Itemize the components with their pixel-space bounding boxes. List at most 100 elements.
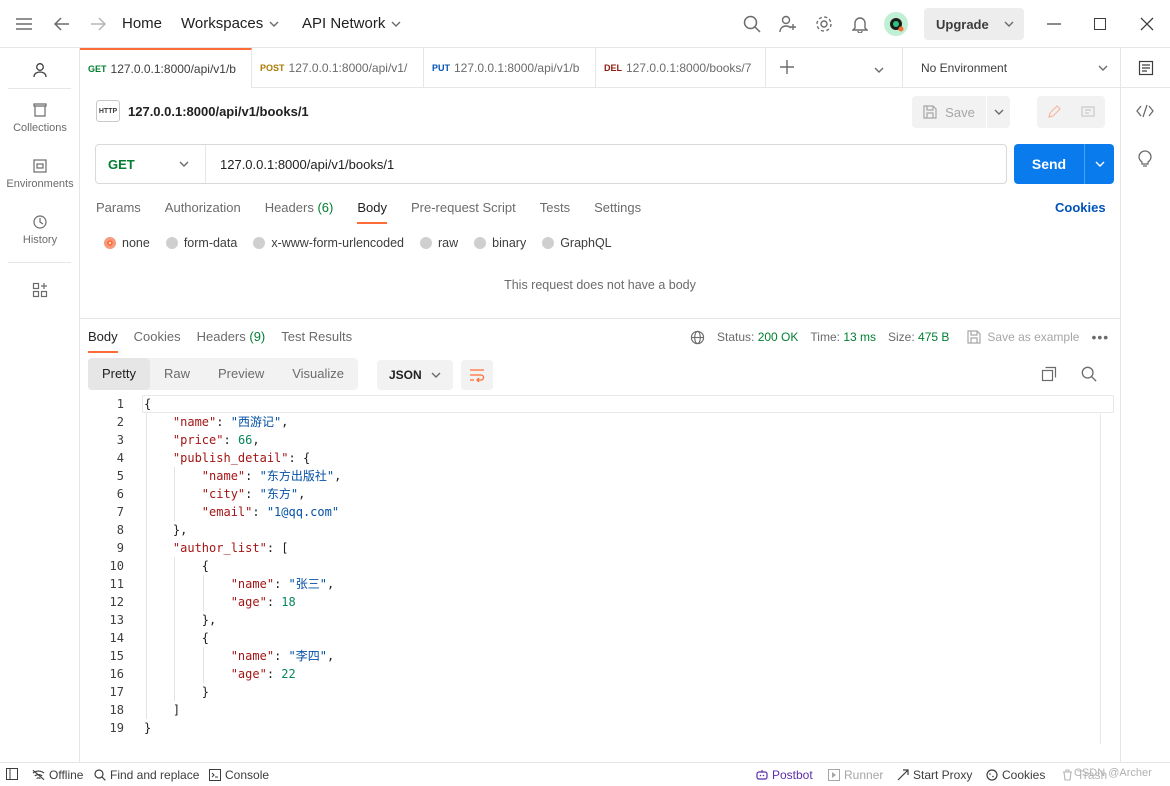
response-view-tabs: Pretty Raw Preview Visualize: [88, 358, 359, 390]
code-line: "city": "东方",: [201, 487, 306, 501]
avatar[interactable]: [884, 12, 908, 36]
tab-authorization[interactable]: Authorization: [165, 200, 241, 224]
tab-params[interactable]: Params: [96, 200, 141, 224]
maximize-icon[interactable]: [1090, 14, 1110, 34]
search-icon[interactable]: [742, 14, 762, 34]
response-tab-body[interactable]: Body: [88, 329, 118, 353]
response-body-editor[interactable]: 1 {2 "name": "西游记", 3 "price": 66, 4 "publi…: [80, 394, 1120, 744]
postbot-label: Postbot: [772, 768, 813, 782]
code-snippet-icon[interactable]: [1136, 104, 1156, 120]
method-select[interactable]: GET: [96, 145, 206, 183]
tab-headers[interactable]: Headers (6): [265, 200, 334, 224]
radio-icon: [165, 237, 178, 249]
code-line: {: [144, 631, 210, 645]
more-options-icon[interactable]: •••: [1091, 329, 1109, 345]
line-number: 10: [109, 559, 124, 573]
new-tab-plus-icon[interactable]: [780, 60, 796, 76]
method-badge: GET: [88, 64, 107, 74]
settings-gear-icon[interactable]: [814, 14, 834, 34]
wrap-lines-icon[interactable]: [461, 360, 493, 390]
view-tab-preview[interactable]: Preview: [204, 358, 278, 390]
http-request-icon: HTTP: [96, 100, 120, 122]
environment-select[interactable]: No Environment: [902, 48, 1120, 88]
radio-binary[interactable]: binary: [474, 236, 526, 250]
environment-quick-look-icon[interactable]: [1121, 48, 1170, 88]
cookies-link[interactable]: Cookies: [1055, 200, 1106, 215]
size-info[interactable]: Size: 475 B: [888, 330, 949, 344]
view-tab-raw[interactable]: Raw: [150, 358, 204, 390]
toggle-sidebar-icon[interactable]: [6, 768, 18, 780]
line-number: 19: [109, 721, 124, 735]
line-number: 2: [116, 415, 124, 429]
editor-scrollbar[interactable]: [1100, 414, 1101, 744]
sidebar-item-collections[interactable]: Collections: [0, 98, 80, 138]
response-tab-test-results[interactable]: Test Results: [281, 329, 352, 353]
request-tab-del[interactable]: DEL 127.0.0.1:8000/books/7: [596, 48, 766, 88]
back-arrow-icon[interactable]: [52, 14, 72, 34]
find-replace-button[interactable]: Find and replace: [94, 768, 199, 782]
response-tab-headers[interactable]: Headers (9): [197, 329, 266, 353]
upgrade-button[interactable]: Upgrade: [924, 8, 1024, 40]
globe-icon[interactable]: [690, 330, 705, 345]
offline-status[interactable]: Offline: [32, 768, 83, 782]
tab-pre-request-script[interactable]: Pre-request Script: [411, 200, 516, 224]
api-network-menu[interactable]: API Network: [302, 15, 401, 32]
radio-form-data[interactable]: form-data: [165, 236, 237, 250]
lightbulb-icon[interactable]: [1137, 150, 1155, 168]
notifications-bell-icon[interactable]: [850, 14, 870, 34]
close-icon[interactable]: [1137, 14, 1157, 34]
tab-settings[interactable]: Settings: [594, 200, 641, 224]
configure-workbench-icon[interactable]: [0, 278, 80, 302]
start-proxy-button[interactable]: Start Proxy: [897, 768, 972, 782]
cookies-button[interactable]: Cookies: [986, 768, 1045, 782]
line-number: 11: [109, 577, 124, 591]
code-line: "name": "张三",: [230, 577, 335, 591]
save-options-dropdown[interactable]: [986, 96, 1010, 128]
url-input[interactable]: 127.0.0.1:8000/api/v1/books/1: [206, 157, 1006, 172]
sidebar-item-environments[interactable]: Environments: [0, 154, 80, 194]
radio-x-www-form-urlencoded[interactable]: x-www-form-urlencoded: [253, 236, 404, 250]
workspaces-menu[interactable]: Workspaces: [181, 15, 279, 32]
request-tab-post[interactable]: POST 127.0.0.1:8000/api/v1/: [252, 48, 424, 88]
radio-none[interactable]: none: [104, 236, 150, 250]
response-tab-cookies[interactable]: Cookies: [134, 329, 181, 353]
runner-button[interactable]: Runner: [828, 768, 883, 782]
chevron-down-icon: [1098, 65, 1108, 71]
request-tab-get[interactable]: GET 127.0.0.1:8000/api/v1/b: [80, 48, 252, 88]
copy-icon[interactable]: [1041, 366, 1059, 384]
invite-user-icon[interactable]: [778, 14, 798, 34]
minimize-icon[interactable]: [1044, 14, 1064, 34]
format-select[interactable]: JSON: [377, 360, 453, 390]
view-tab-pretty[interactable]: Pretty: [88, 358, 150, 390]
send-button[interactable]: Send: [1014, 144, 1084, 184]
time-info[interactable]: Time: 13 ms: [810, 330, 876, 344]
user-icon[interactable]: [0, 56, 80, 84]
radio-graphql[interactable]: GraphQL: [542, 236, 612, 250]
request-title[interactable]: 127.0.0.1:8000/api/v1/books/1: [128, 104, 309, 119]
forward-arrow-icon[interactable]: [88, 14, 108, 34]
pencil-icon[interactable]: [1037, 96, 1071, 128]
postbot-button[interactable]: Postbot: [756, 768, 813, 782]
search-response-icon[interactable]: [1081, 366, 1099, 384]
send-options-dropdown[interactable]: [1084, 144, 1114, 184]
status-info[interactable]: Status: 200 OK: [717, 330, 798, 344]
home-link[interactable]: Home: [122, 15, 162, 32]
tab-body[interactable]: Body: [357, 200, 387, 224]
comment-icon[interactable]: [1071, 96, 1105, 128]
tabs-dropdown-chevron-icon[interactable]: [874, 61, 888, 75]
sidebar-item-history[interactable]: History: [0, 210, 80, 250]
view-tab-visualize[interactable]: Visualize: [278, 358, 358, 390]
radio-raw[interactable]: raw: [420, 236, 458, 250]
line-number: 1: [116, 397, 124, 411]
request-tab-put[interactable]: PUT 127.0.0.1:8000/api/v1/b: [424, 48, 596, 88]
watermark-text: CSDN @Archer: [1074, 767, 1152, 779]
save-button[interactable]: Save: [912, 105, 986, 120]
tab-tests[interactable]: Tests: [540, 200, 570, 224]
console-button[interactable]: Console: [209, 768, 269, 782]
postman-app: Home Workspaces API Network Upgrade Coll…: [0, 0, 1170, 786]
indent-guide: [146, 413, 147, 719]
line-number: 16: [109, 667, 124, 681]
save-as-example-button[interactable]: Save as example: [967, 330, 1079, 344]
trash-icon: [1063, 769, 1072, 781]
menu-icon[interactable]: [14, 14, 34, 34]
